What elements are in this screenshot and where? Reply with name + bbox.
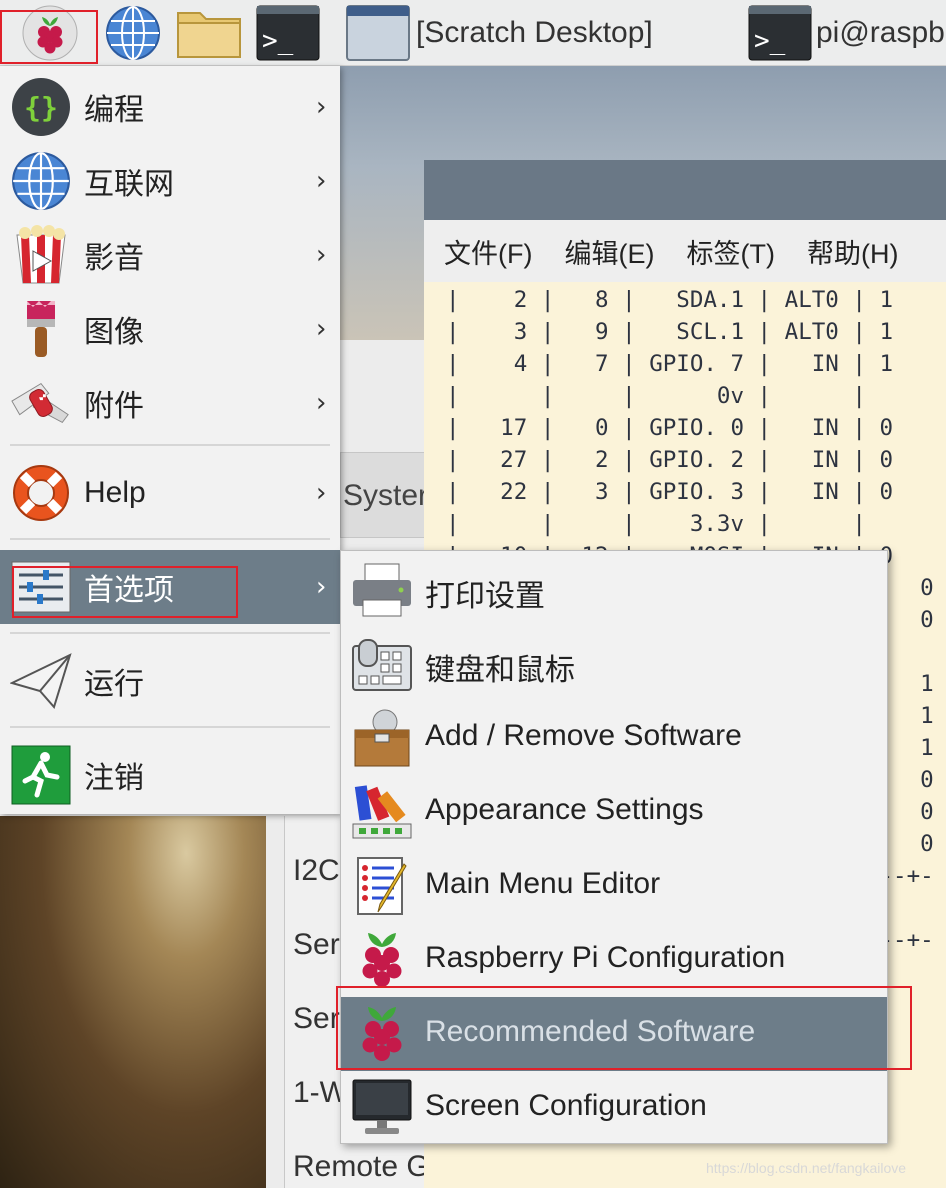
submenu-item-label: Screen Configuration — [425, 1089, 707, 1122]
folder-icon — [177, 12, 241, 58]
terminal-icon: >_ — [256, 5, 320, 61]
globe-icon — [10, 150, 72, 212]
submenu-item-label: 打印设置 — [425, 580, 545, 613]
taskbar-window-title: [Scratch Desktop] — [416, 16, 653, 49]
submenu-item-main-menu-editor[interactable]: Main Menu Editor — [341, 849, 887, 923]
submenu-item-recommended-software[interactable]: Recommended Software — [341, 997, 887, 1071]
printer-icon — [351, 559, 413, 621]
interface-row-serial-console: Ser — [293, 1002, 340, 1035]
terminal-icon: >_ — [748, 5, 812, 61]
programming-braces-icon: {} — [10, 76, 72, 138]
raspberry-icon — [351, 929, 413, 991]
menu-item-internet[interactable]: 互联网 › — [0, 144, 340, 218]
popcorn-video-icon — [10, 224, 72, 286]
exit-running-man-icon — [10, 744, 72, 806]
submenu-item-label: Add / Remove Software — [425, 719, 742, 752]
raspberry-menu-button[interactable] — [2, 0, 98, 66]
submenu-item-add-remove-software[interactable]: Add / Remove Software — [341, 701, 887, 775]
menu-item-accessories[interactable]: 附件 › — [0, 366, 340, 440]
preferences-sliders-icon — [10, 556, 72, 618]
raspberry-icon — [22, 5, 78, 61]
paintbrush-icon — [10, 298, 72, 360]
interface-row-remote-gpio: Remote G — [293, 1150, 430, 1183]
svg-text:>_: >_ — [262, 26, 294, 56]
interface-row-serial-port: Ser — [293, 928, 340, 961]
software-box-icon — [351, 707, 413, 769]
paper-plane-icon — [10, 650, 72, 712]
submenu-item-label: 键盘和鼠标 — [425, 654, 575, 687]
menu-item-label: 编程 — [84, 94, 144, 127]
main-menu: {} 编程 › 互联网 › 影音 › 图像 › 附件 › Help › 首选项 … — [0, 66, 340, 814]
submenu-item-keyboard-mouse[interactable]: 键盘和鼠标 — [341, 627, 887, 701]
menu-item-label: 图像 — [84, 316, 144, 349]
menu-item-logout[interactable]: 注销 — [0, 738, 340, 812]
menu-separator — [10, 444, 330, 446]
chevron-right-icon: › — [316, 572, 327, 602]
menu-item-preferences[interactable]: 首选项 › — [0, 550, 340, 624]
scratch-window-icon — [346, 5, 410, 61]
terminal-titlebar[interactable] — [424, 160, 946, 220]
lifebuoy-icon — [10, 462, 72, 524]
interface-row-i2c: I2C — [293, 854, 340, 887]
taskbar: >_ [Scratch Desktop] >_ pi@raspb — [0, 0, 946, 66]
desktop-wallpaper — [0, 816, 266, 1188]
menu-item-sound-video[interactable]: 影音 › — [0, 218, 340, 292]
chevron-right-icon: › — [316, 478, 327, 508]
submenu-item-screen-configuration[interactable]: Screen Configuration — [341, 1071, 887, 1145]
submenu-item-label: Appearance Settings — [425, 793, 704, 826]
menu-help[interactable]: 帮助(H) — [807, 232, 898, 271]
chevron-right-icon: › — [316, 166, 327, 196]
raspberry-icon — [351, 1003, 413, 1065]
menu-separator — [10, 632, 330, 634]
menu-item-label: 注销 — [84, 762, 144, 795]
menu-item-label: 运行 — [84, 668, 144, 701]
submenu-item-label: Main Menu Editor — [425, 867, 661, 900]
menu-item-label: 影音 — [84, 242, 144, 275]
menu-item-programming[interactable]: {} 编程 › — [0, 70, 340, 144]
menu-item-help[interactable]: Help › — [0, 456, 340, 530]
keyboard-mouse-icon — [351, 633, 413, 695]
menu-edit[interactable]: 编辑(E) — [564, 232, 654, 271]
svg-text:{}: {} — [24, 91, 58, 124]
globe-icon — [106, 6, 160, 60]
taskbar-window-title: pi@raspb — [816, 16, 945, 49]
taskbar-window-scratch[interactable]: [Scratch Desktop] — [346, 0, 740, 66]
terminal-launcher[interactable]: >_ — [254, 0, 322, 66]
terminal-menubar: 文件(F) 编辑(E) 标签(T) 帮助(H) — [424, 220, 946, 282]
submenu-item-print-settings[interactable]: 打印设置 — [341, 553, 887, 627]
menu-separator — [10, 538, 330, 540]
preferences-submenu: 打印设置 键盘和鼠标 Add / Remove Software Appeara… — [340, 550, 888, 1144]
menu-item-label: 附件 — [84, 390, 144, 423]
chevron-right-icon: › — [316, 240, 327, 270]
chevron-right-icon: › — [316, 314, 327, 344]
submenu-item-label: Recommended Software — [425, 1015, 756, 1048]
menu-item-label: Help — [84, 476, 146, 509]
menu-tabs[interactable]: 标签(T) — [686, 232, 774, 271]
menu-item-run[interactable]: 运行 — [0, 644, 340, 718]
taskbar-window-terminal[interactable]: >_ pi@raspb — [748, 0, 946, 66]
menu-item-graphics[interactable]: 图像 › — [0, 292, 340, 366]
chevron-right-icon: › — [316, 92, 327, 122]
submenu-item-label: Raspberry Pi Configuration — [425, 941, 786, 974]
web-browser-launcher[interactable] — [102, 0, 164, 66]
tab-system[interactable]: Syster — [340, 452, 430, 538]
menu-file[interactable]: 文件(F) — [444, 232, 532, 271]
chevron-right-icon: › — [316, 388, 327, 418]
menu-item-label: 互联网 — [84, 168, 174, 201]
monitor-icon — [351, 1077, 413, 1139]
submenu-item-appearance-settings[interactable]: Appearance Settings — [341, 775, 887, 849]
swiss-knife-icon — [10, 372, 72, 434]
menu-item-label: 首选项 — [84, 574, 174, 607]
menu-editor-icon — [351, 855, 413, 917]
submenu-item-raspberry-pi-configuration[interactable]: Raspberry Pi Configuration — [341, 923, 887, 997]
watermark: https://blog.csdn.net/fangkailove — [706, 1160, 907, 1176]
file-manager-launcher[interactable] — [174, 0, 244, 66]
menu-separator — [10, 726, 330, 728]
svg-text:>_: >_ — [754, 26, 786, 56]
color-palette-icon — [351, 781, 413, 843]
